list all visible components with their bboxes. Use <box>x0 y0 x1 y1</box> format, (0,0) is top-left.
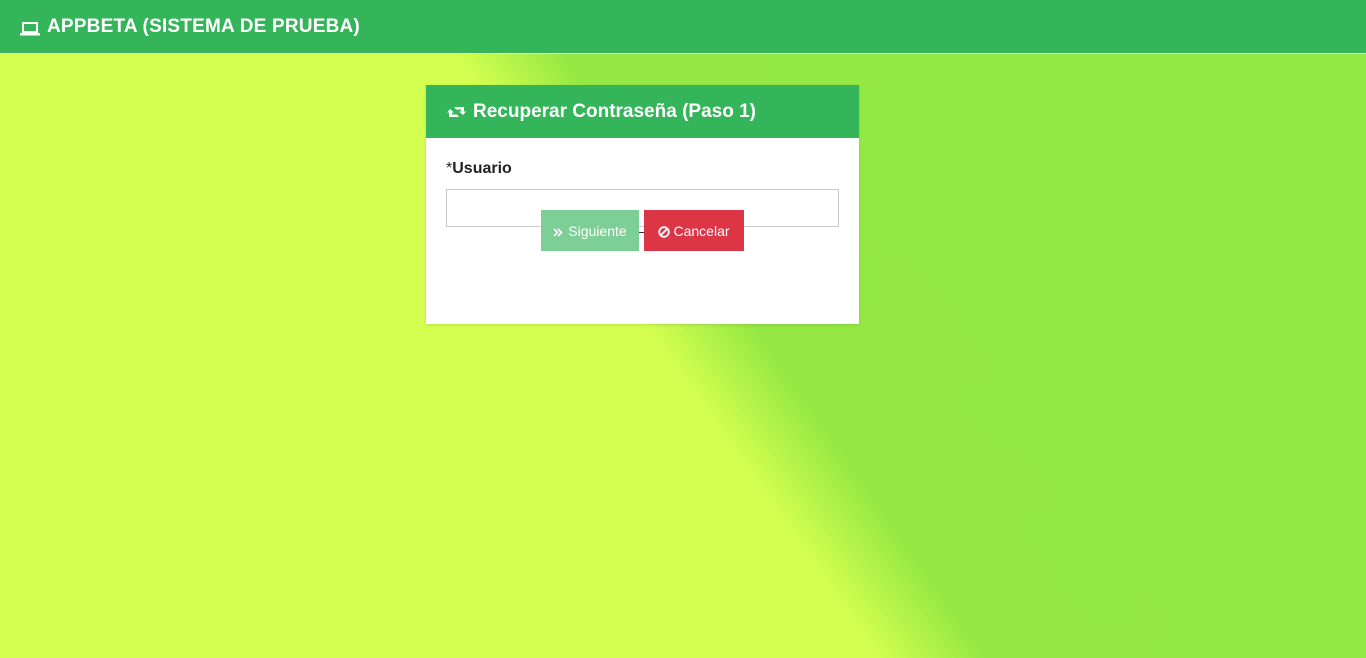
cancel-button-label: Cancelar <box>673 222 730 239</box>
next-button[interactable]: Siguiente <box>541 210 639 251</box>
retweet-icon <box>446 104 467 120</box>
panel-title: Recuperar Contraseña (Paso 1) <box>473 100 756 122</box>
usuario-label: *Usuario <box>446 160 839 178</box>
brand-label: APPBETA (SISTEMA DE PRUEBA) <box>47 15 360 37</box>
next-button-label: Siguiente <box>568 222 627 239</box>
cancel-button[interactable]: Cancelar <box>644 210 744 251</box>
brand-link[interactable]: APPBETA (SISTEMA DE PRUEBA) <box>20 16 360 38</box>
recover-password-panel: Recuperar Contraseña (Paso 1) *Usuario S… <box>426 85 859 324</box>
double-chevron-right-icon <box>553 225 564 237</box>
form-actions: Siguiente Cancelar <box>426 210 859 251</box>
usuario-label-text: Usuario <box>452 160 512 177</box>
panel-heading: Recuperar Contraseña (Paso 1) <box>426 85 859 138</box>
ban-icon <box>658 225 671 238</box>
laptop-icon <box>20 20 40 35</box>
top-navbar: APPBETA (SISTEMA DE PRUEBA) <box>0 0 1366 54</box>
